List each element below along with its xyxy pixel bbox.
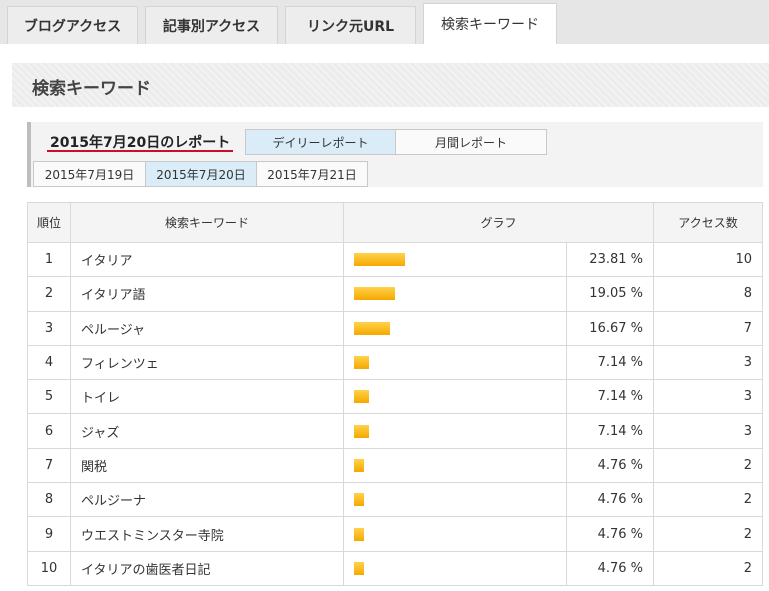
- keyword-cell: ジャズ: [70, 413, 344, 449]
- header-rank: 順位: [27, 202, 71, 243]
- monthly-report-button[interactable]: 月間レポート: [395, 129, 547, 155]
- table-row: 2 イタリア語 19.05 % 8: [27, 276, 763, 312]
- rank-cell: 9: [27, 516, 71, 552]
- rank-cell: 2: [27, 276, 71, 312]
- graph-cell: [343, 276, 567, 312]
- access-count-cell: 10: [653, 241, 763, 278]
- table-row: 1 イタリア 23.81 % 10: [27, 241, 763, 278]
- table-row: 6 ジャズ 7.14 % 3: [27, 413, 763, 449]
- keyword-cell: ペルジーナ: [70, 482, 344, 518]
- percent-cell: 4.76 %: [566, 550, 654, 586]
- percent-cell: 19.05 %: [566, 276, 654, 312]
- tab-referrer-url[interactable]: リンク元URL: [285, 6, 416, 44]
- share-bar: [354, 321, 390, 335]
- table-row: 9 ウエストミンスター寺院 4.76 % 2: [27, 516, 763, 552]
- table-row: 5 トイレ 7.14 % 3: [27, 379, 763, 415]
- report-panel: 2015年7月20日のレポート デイリーレポート 月間レポート 2015年7月1…: [27, 122, 763, 187]
- access-count-cell: 2: [653, 516, 763, 552]
- share-bar: [354, 493, 364, 507]
- graph-cell: [343, 310, 567, 346]
- tab-search-keywords[interactable]: 検索キーワード: [423, 3, 557, 44]
- share-bar: [354, 561, 364, 575]
- percent-cell: 4.76 %: [566, 447, 654, 484]
- percent-cell: 4.76 %: [566, 482, 654, 518]
- daily-report-button[interactable]: デイリーレポート: [245, 129, 396, 155]
- access-count-cell: 3: [653, 379, 763, 415]
- keyword-table: 順位 検索キーワード グラフ アクセス数 1 イタリア 23.81 % 10 2 イタリア…: [27, 202, 763, 586]
- percent-cell: 7.14 %: [566, 344, 654, 381]
- share-bar: [354, 390, 369, 404]
- keyword-cell: トイレ: [70, 379, 344, 415]
- rank-cell: 3: [27, 310, 71, 346]
- access-count-cell: 8: [653, 276, 763, 312]
- graph-cell: [343, 413, 567, 449]
- share-bar: [354, 458, 364, 472]
- table-row: 3 ペルージャ 16.67 % 7: [27, 310, 763, 346]
- share-bar: [354, 287, 395, 301]
- keyword-cell: イタリア: [70, 241, 344, 278]
- table-row: 4 フィレンツェ 7.14 % 3: [27, 344, 763, 381]
- percent-cell: 4.76 %: [566, 516, 654, 552]
- percent-cell: 16.67 %: [566, 310, 654, 346]
- rank-cell: 8: [27, 482, 71, 518]
- graph-cell: [343, 482, 567, 518]
- graph-cell: [343, 516, 567, 552]
- keyword-cell: ウエストミンスター寺院: [70, 516, 344, 552]
- tab-blog-access[interactable]: ブログアクセス: [7, 6, 138, 44]
- date-button-0720[interactable]: 2015年7月20日: [145, 161, 257, 187]
- graph-cell: [343, 344, 567, 381]
- table-row: 7 関税 4.76 % 2: [27, 447, 763, 484]
- share-bar: [354, 253, 405, 267]
- rank-cell: 5: [27, 379, 71, 415]
- table-row: 10 イタリアの歯医者日記 4.76 % 2: [27, 550, 763, 586]
- rank-cell: 6: [27, 413, 71, 449]
- rank-cell: 4: [27, 344, 71, 381]
- report-title-underline: [47, 150, 233, 152]
- keyword-cell: ペルージャ: [70, 310, 344, 346]
- section-title: 検索キーワード: [32, 79, 151, 99]
- access-count-cell: 2: [653, 447, 763, 484]
- header-graph: グラフ: [343, 202, 654, 243]
- header-access-count: アクセス数: [653, 202, 763, 243]
- percent-cell: 7.14 %: [566, 413, 654, 449]
- percent-cell: 7.14 %: [566, 379, 654, 415]
- date-button-0719[interactable]: 2015年7月19日: [33, 161, 146, 187]
- graph-cell: [343, 550, 567, 586]
- keyword-cell: フィレンツェ: [70, 344, 344, 381]
- graph-cell: [343, 447, 567, 484]
- access-count-cell: 3: [653, 413, 763, 449]
- tab-article-access[interactable]: 記事別アクセス: [145, 6, 278, 44]
- rank-cell: 10: [27, 550, 71, 586]
- access-count-cell: 2: [653, 550, 763, 586]
- table-header-row: 順位 検索キーワード グラフ アクセス数: [27, 202, 763, 243]
- keyword-cell: イタリア語: [70, 276, 344, 312]
- header-keyword: 検索キーワード: [70, 202, 344, 243]
- keyword-cell: 関税: [70, 447, 344, 484]
- access-count-cell: 2: [653, 482, 763, 518]
- access-count-cell: 7: [653, 310, 763, 346]
- tab-bar: ブログアクセス 記事別アクセス リンク元URL 検索キーワード: [0, 0, 769, 44]
- keyword-cell: イタリアの歯医者日記: [70, 550, 344, 586]
- rank-cell: 7: [27, 447, 71, 484]
- report-title: 2015年7月20日のレポート: [50, 135, 231, 151]
- access-count-cell: 3: [653, 344, 763, 381]
- share-bar: [354, 424, 369, 438]
- date-button-0721[interactable]: 2015年7月21日: [256, 161, 368, 187]
- graph-cell: [343, 379, 567, 415]
- percent-cell: 23.81 %: [566, 241, 654, 278]
- table-row: 8 ペルジーナ 4.76 % 2: [27, 482, 763, 518]
- rank-cell: 1: [27, 241, 71, 278]
- share-bar: [354, 356, 369, 370]
- section-header: 検索キーワード: [12, 63, 769, 107]
- graph-cell: [343, 241, 567, 278]
- share-bar: [354, 527, 364, 541]
